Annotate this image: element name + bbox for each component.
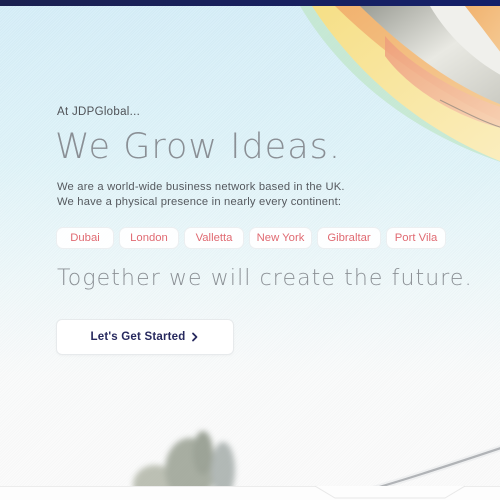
city-tag-valletta[interactable]: Valletta [184,227,244,249]
top-navigation-bar [0,0,500,6]
intro-paragraph: We are a world-wide business network bas… [57,180,345,210]
get-started-button[interactable]: Let's Get Started [56,319,234,355]
eyebrow-text: At JDPGlobal... [57,106,141,118]
city-tag-new-york[interactable]: New York [249,227,312,249]
city-list: Dubai London Valletta New York Gibraltar… [56,227,446,249]
city-tag-port-vila[interactable]: Port Vila [386,227,446,249]
tagline: Together we will create the future. [57,266,473,291]
divider-notch [315,485,465,499]
hero-section: At JDPGlobal... We Grow Ideas. We are a … [0,0,500,500]
intro-line: We have a physical presence in nearly ev… [57,196,342,208]
city-tag-gibraltar[interactable]: Gibraltar [317,227,381,249]
city-tag-dubai[interactable]: Dubai [56,227,114,249]
page-headline: We Grow Ideas. [55,127,342,167]
intro-line: We are a world-wide business network bas… [57,181,345,193]
chevron-right-icon [192,332,198,342]
get-started-label: Let's Get Started [90,331,186,343]
city-tag-london[interactable]: London [119,227,179,249]
